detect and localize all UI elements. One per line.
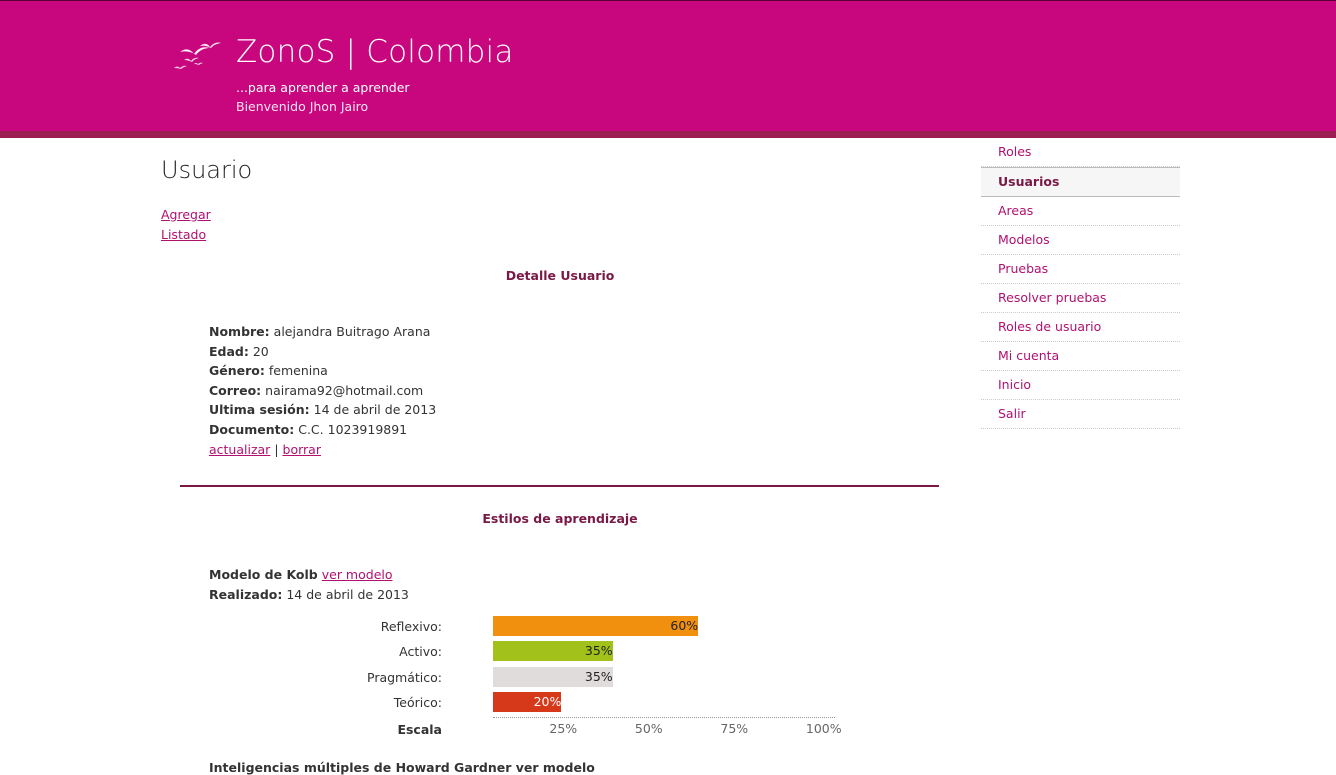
kolb-model-label: Modelo de Kolb [209, 567, 318, 582]
detail-correo: Correo: nairama92@hotmail.com [209, 381, 436, 401]
genero-value: femenina [268, 363, 328, 379]
sidebar-item-salir[interactable]: Salir [981, 400, 1180, 429]
actions-separator: | [274, 441, 279, 457]
sidebar-item-modelos[interactable]: Modelos [981, 226, 1180, 255]
chart-axis-line [493, 717, 835, 718]
edad-value: 20 [252, 343, 269, 359]
borrar-link[interactable]: borrar [283, 442, 321, 457]
bar: 20% [493, 692, 562, 712]
bar-label: Pragmático: [367, 670, 442, 685]
detail-heading: Detalle Usuario [505, 268, 615, 283]
ver-modelo-link[interactable]: ver modelo [322, 567, 393, 582]
welcome-text: Bienvenido Jhon Jairo [236, 99, 369, 114]
bar-label: Activo: [399, 644, 442, 659]
bar: 35% [493, 667, 613, 687]
site-title: ZonoS | Colombia [236, 34, 514, 70]
kolb-info: Modelo de Kolb ver modelo Realizado: 14 … [209, 565, 409, 604]
bar-label: Reflexivo: [380, 619, 442, 634]
sidebar-item-roles[interactable]: Roles [981, 138, 1180, 167]
sidebar-item-pruebas[interactable]: Pruebas [981, 255, 1180, 284]
agregar-link[interactable]: Agregar [161, 207, 211, 222]
birds-logo-icon [174, 42, 221, 69]
header-strip [0, 131, 1336, 138]
sesion-label: Ultima sesión: [209, 402, 310, 418]
sidebar-item-resolver-pruebas[interactable]: Resolver pruebas [981, 284, 1180, 313]
sidebar-nav: Roles Usuarios Areas Modelos Pruebas Resolver… [981, 138, 1180, 429]
detail-genero: Género: femenina [209, 361, 436, 381]
detail-documento: Documento: C.C. 1023919891 [209, 420, 436, 440]
detail-edad: Edad: 20 [209, 342, 436, 362]
nombre-value: alejandra Buitrago Arana [273, 324, 431, 339]
listado-link[interactable]: Listado [161, 227, 206, 242]
kolb-model-row: Modelo de Kolb ver modelo [209, 565, 409, 585]
sesion-value: 14 de abril de 2013 [313, 402, 437, 418]
detail-actions: actualizar | borrar [209, 440, 436, 460]
axis-tick-label: 100% [805, 721, 842, 736]
axis-tick-label: 25% [549, 721, 578, 736]
styles-heading: Estilos de aprendizaje [482, 511, 638, 526]
detail-sesion: Ultima sesión: 14 de abril de 2013 [209, 400, 436, 420]
correo-label: Correo: [209, 382, 262, 398]
scale-label: Escala [397, 722, 442, 737]
sidebar-item-roles-de-usuario[interactable]: Roles de usuario [981, 313, 1180, 342]
documento-label: Documento: [209, 421, 295, 437]
correo-value: nairama92@hotmail.com [265, 382, 424, 398]
bar: 35% [493, 641, 613, 661]
kolb-realizado-row: Realizado: 14 de abril de 2013 [209, 585, 409, 605]
edad-label: Edad: [209, 343, 249, 359]
learning-styles-chart: Escala Reflexivo: 60% Activo: 35% Pragmático… [330, 615, 850, 740]
bar: 60% [493, 616, 699, 636]
user-detail: Nombre: alejandra Buitrago Arana Edad: 2… [209, 322, 436, 459]
realizado-label: Realizado: [209, 586, 283, 602]
sidebar-item-mi-cuenta[interactable]: Mi cuenta [981, 342, 1180, 371]
sidebar-item-usuarios[interactable]: Usuarios [981, 167, 1180, 197]
axis-tick-label: 50% [634, 721, 663, 736]
genero-label: Género: [209, 363, 265, 379]
page-title: Usuario [161, 156, 253, 184]
sidebar-item-areas[interactable]: Areas [981, 197, 1180, 226]
bar-label: Teórico: [393, 695, 442, 710]
sidebar-item-inicio[interactable]: Inicio [981, 371, 1180, 400]
section-divider [180, 485, 939, 487]
axis-tick-label: 75% [720, 721, 749, 736]
detail-nombre: Nombre: alejandra Buitrago Arana [209, 322, 436, 342]
nombre-label: Nombre: [209, 324, 270, 339]
actualizar-link[interactable]: actualizar [209, 442, 270, 457]
realizado-value: 14 de abril de 2013 [286, 586, 409, 602]
documento-value: C.C. 1023919891 [298, 421, 408, 437]
site-tagline: ...para aprender a aprender [236, 80, 410, 95]
